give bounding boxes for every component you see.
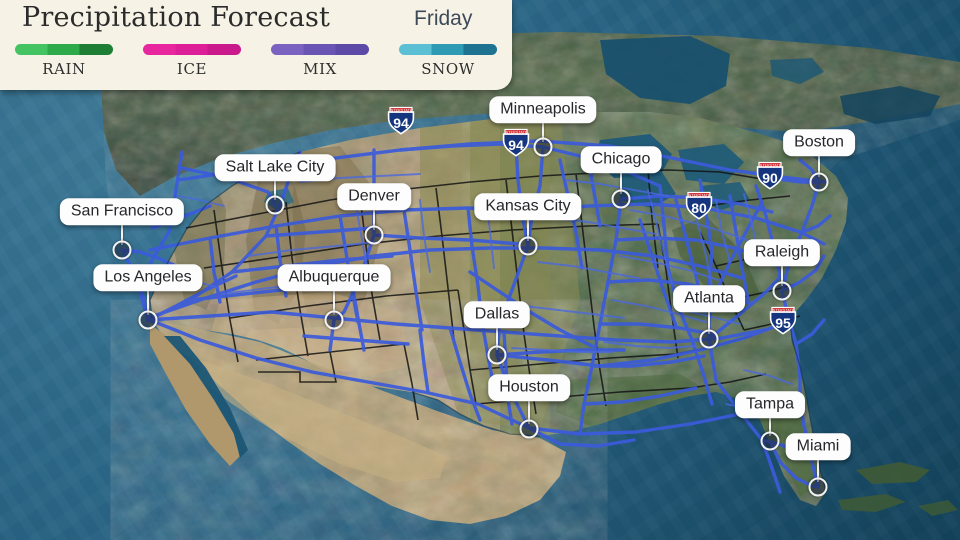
city-dot[interactable] [533, 137, 553, 157]
city-label[interactable]: Tampa [734, 391, 806, 419]
legend-item-ice: ICE [128, 44, 256, 78]
city-label[interactable]: Dallas [463, 301, 531, 329]
city-label[interactable]: Boston [783, 129, 855, 157]
city-label[interactable]: Albuquerque [277, 264, 391, 292]
city-label[interactable]: Denver [337, 183, 411, 211]
interstate-shield-95[interactable]: INTERSTATE 95 [764, 301, 802, 344]
city-dot[interactable] [364, 225, 384, 245]
legend-label: SNOW [421, 60, 475, 78]
legend-item-rain: RAIN [0, 44, 128, 78]
rain-swatch [15, 44, 113, 55]
city-label[interactable]: Raleigh [743, 239, 821, 267]
city-dot[interactable] [699, 329, 719, 349]
legend-label: MIX [303, 60, 337, 78]
shield-route-number: 90 [762, 170, 778, 186]
city-label[interactable]: San Francisco [59, 198, 185, 226]
mix-swatch [271, 44, 369, 55]
legend-item-snow: SNOW [384, 44, 512, 78]
legend-label: RAIN [42, 60, 86, 78]
city-dot[interactable] [611, 189, 631, 209]
city-label[interactable]: Chicago [580, 146, 662, 174]
city-dot[interactable] [265, 195, 285, 215]
city-label[interactable]: Salt Lake City [214, 154, 336, 182]
city-label[interactable]: Atlanta [673, 285, 745, 313]
city-dot[interactable] [518, 236, 538, 256]
city-dot[interactable] [112, 240, 132, 260]
city-dot[interactable] [138, 310, 158, 330]
shield-route-number: 95 [775, 315, 791, 331]
shield-route-number: 94 [393, 115, 409, 131]
legend-label: ICE [176, 60, 208, 78]
city-dot[interactable] [809, 172, 829, 192]
legend-header: Precipitation Forecast Friday [0, 0, 512, 46]
city-dot[interactable] [487, 345, 507, 365]
shield-route-number: 80 [691, 200, 707, 216]
snow-swatch [399, 44, 497, 55]
interstate-shield-90[interactable]: INTERSTATE 90 [751, 156, 789, 199]
legend-items: RAIN ICE MIX SNOW [0, 44, 512, 88]
city-dot[interactable] [324, 310, 344, 330]
city-dot[interactable] [519, 419, 539, 439]
city-label[interactable]: Minneapolis [489, 96, 597, 124]
weather-map-screen: Precipitation Forecast Friday RAIN ICE MIX… [0, 0, 960, 540]
interstate-shield-94[interactable]: INTERSTATE 94 [382, 101, 420, 144]
shield-route-number: 94 [508, 137, 524, 153]
city-label[interactable]: Kansas City [474, 193, 582, 221]
city-label[interactable]: Los Angeles [93, 264, 203, 292]
city-dot[interactable] [808, 477, 828, 497]
ice-swatch [143, 44, 241, 55]
interstate-shield-94[interactable]: INTERSTATE 94 [497, 123, 535, 166]
city-label[interactable]: Miami [785, 433, 851, 461]
page-title: Precipitation Forecast [22, 2, 331, 33]
legend-panel: Precipitation Forecast Friday RAIN ICE MIX… [0, 0, 512, 90]
city-dot[interactable] [772, 281, 792, 301]
interstate-shield-80[interactable]: INTERSTATE 80 [680, 186, 718, 229]
forecast-day-label: Friday [414, 7, 473, 30]
city-dot[interactable] [760, 431, 780, 451]
city-label[interactable]: Houston [488, 374, 570, 402]
legend-item-mix: MIX [256, 44, 384, 78]
